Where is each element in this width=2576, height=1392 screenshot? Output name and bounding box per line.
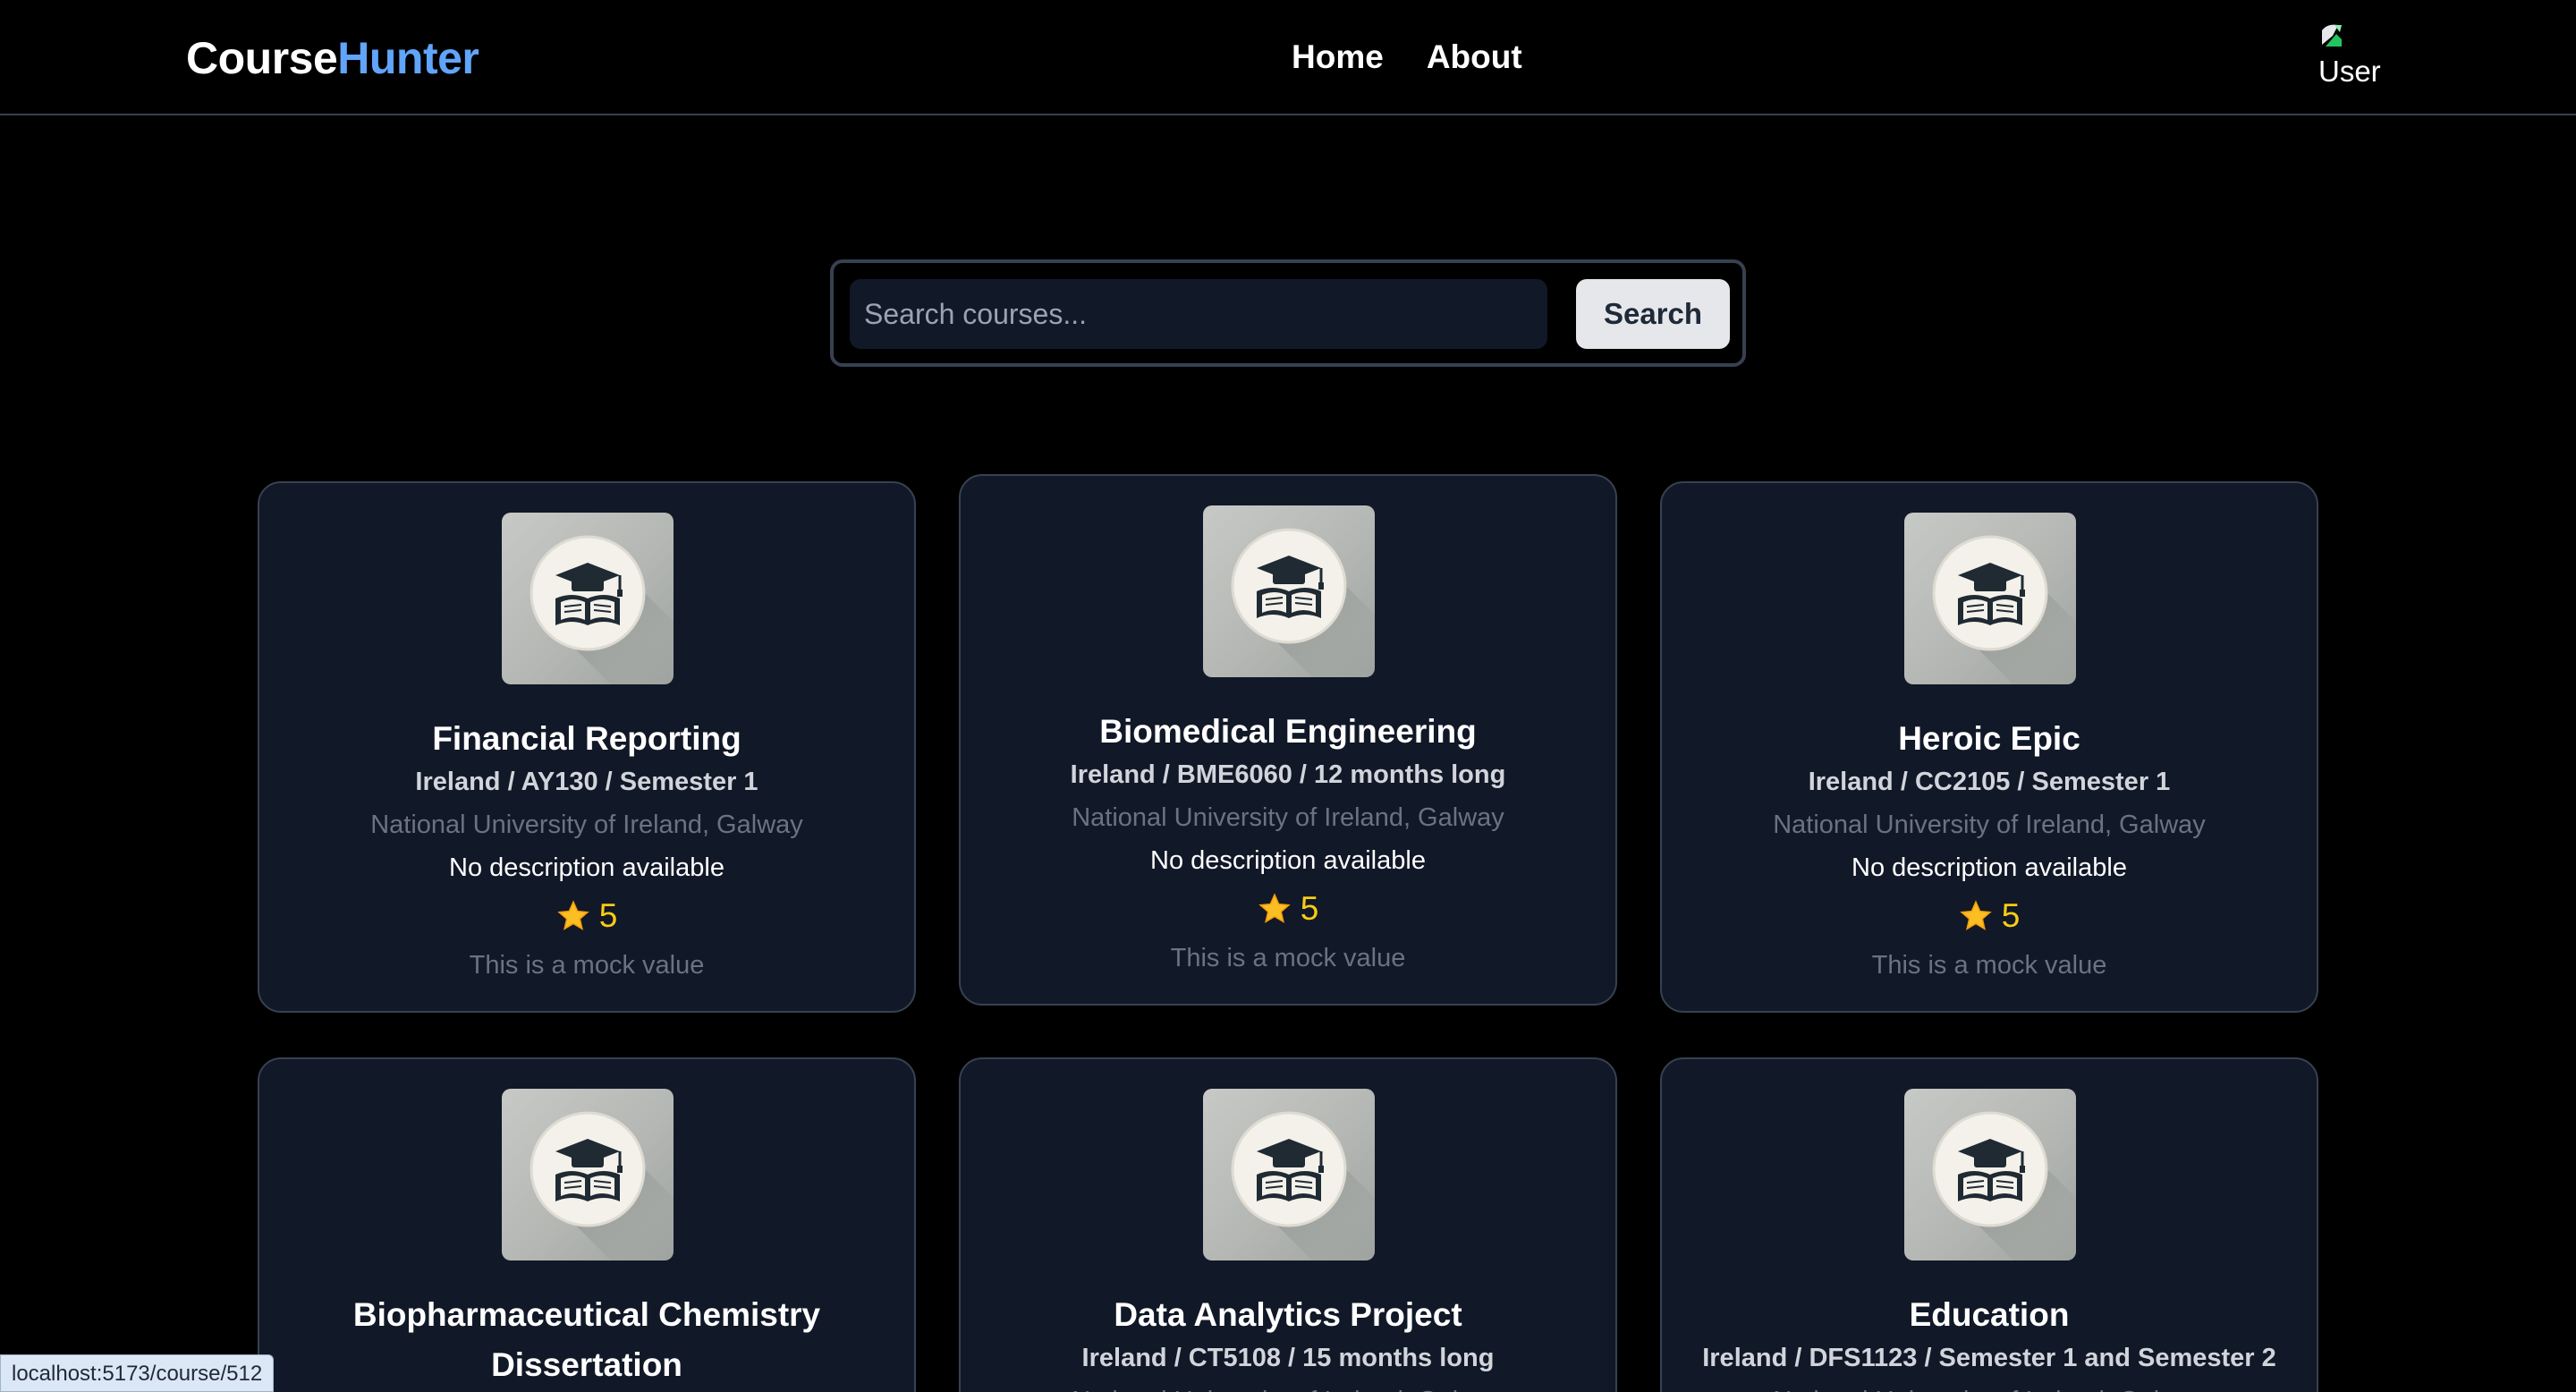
graduation-cap-book-icon (1203, 1089, 1375, 1260)
course-title: Financial Reporting (432, 720, 741, 757)
course-meta: Ireland / DFS1123 / Semester 1 and Semes… (1702, 1344, 2276, 1372)
search-button[interactable]: Search (1576, 279, 1730, 349)
course-meta: Ireland / CT5108 / 15 months long (1081, 1344, 1495, 1372)
graduation-cap-book-icon (502, 513, 674, 684)
course-meta: Ireland / CC2105 / Semester 1 (1808, 768, 2171, 796)
course-description: No description available (449, 853, 724, 882)
rating-value: 5 (1300, 890, 1319, 927)
logo[interactable]: CourseHunter (186, 32, 479, 84)
course-university: National University of Ireland, Galway (1662, 1383, 2317, 1392)
star-icon (556, 900, 589, 930)
logo-part-course: Course (186, 33, 338, 83)
star-icon (1258, 893, 1291, 923)
graduation-cap-book-icon (1904, 513, 2076, 684)
search-bar: Search (830, 259, 1746, 367)
course-meta: Ireland / AY130 / Semester 1 (415, 768, 758, 796)
course-card[interactable]: Education Ireland / DFS1123 / Semester 1… (1660, 1057, 2318, 1392)
course-title: Heroic Epic (1898, 720, 2080, 757)
course-note: This is a mock value (1170, 944, 1406, 972)
search-input[interactable] (850, 279, 1547, 349)
course-meta: Ireland / BME6060 / 12 months long (1070, 760, 1506, 789)
graduation-cap-book-icon (502, 1089, 674, 1260)
course-university: National University of Ireland, Galway (961, 1383, 1615, 1392)
avatar-alt-text: User (2318, 55, 2381, 88)
course-note: This is a mock value (469, 951, 705, 980)
course-title: Biopharmaceutical Chemistry Dissertation (352, 1296, 821, 1383)
graduation-cap-book-icon (1904, 1089, 2076, 1260)
user-avatar[interactable]: User (2318, 21, 2381, 93)
graduation-cap-book-icon (1203, 505, 1375, 677)
broken-image-icon (2322, 24, 2342, 47)
course-card[interactable]: Biomedical Engineering Ireland / BME6060… (959, 474, 1617, 1006)
nav-link-home[interactable]: Home (1292, 36, 1384, 79)
rating-value: 5 (2001, 897, 2021, 934)
course-description: No description available (1852, 853, 2127, 882)
course-title: Education (1909, 1296, 2070, 1333)
course-card[interactable]: Biopharmaceutical Chemistry Dissertation (258, 1057, 916, 1392)
course-title: Data Analytics Project (1114, 1296, 1462, 1333)
star-icon (1959, 900, 1992, 930)
link-status-bar: localhost:5173/course/512 (0, 1354, 275, 1392)
course-description: No description available (1150, 846, 1426, 875)
top-navbar: CourseHunter Home About User (0, 0, 2576, 115)
nav-link-about[interactable]: About (1427, 36, 1522, 79)
course-card[interactable]: Heroic Epic Ireland / CC2105 / Semester … (1660, 481, 2318, 1013)
rating-value: 5 (598, 897, 618, 934)
course-university: National University of Ireland, Galway (1773, 811, 2206, 839)
nav-links: Home About (1292, 36, 1522, 79)
course-card[interactable]: Data Analytics Project Ireland / CT5108 … (959, 1057, 1617, 1392)
course-rating: 5 (961, 887, 1615, 930)
logo-part-hunter: Hunter (337, 33, 479, 83)
course-rating: 5 (259, 895, 914, 938)
course-note: This is a mock value (1871, 951, 2107, 980)
course-title: Biomedical Engineering (1099, 713, 1477, 750)
course-university: National University of Ireland, Galway (1072, 803, 1504, 832)
course-rating: 5 (1662, 895, 2317, 938)
course-university: National University of Ireland, Galway (370, 811, 803, 839)
course-card[interactable]: Financial Reporting Ireland / AY130 / Se… (258, 481, 916, 1013)
